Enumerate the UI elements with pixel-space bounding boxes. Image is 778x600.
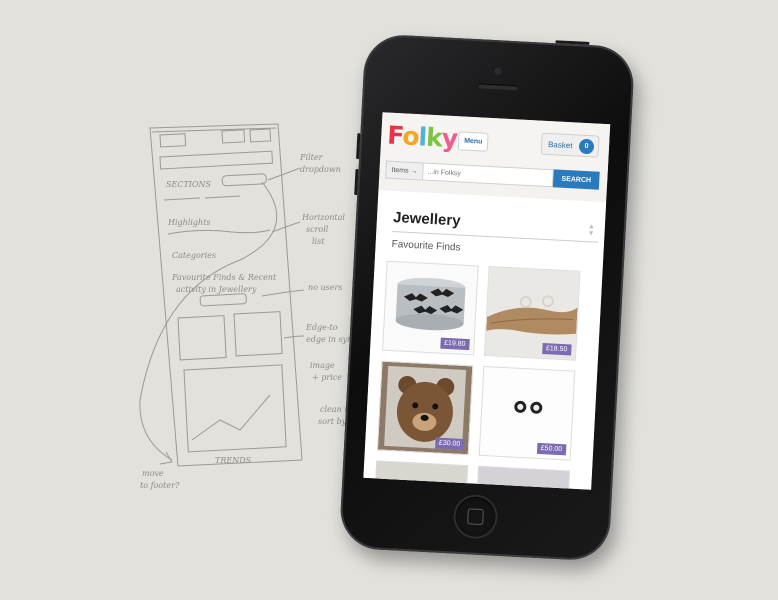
price-badge: £50.00 xyxy=(536,442,567,456)
site-header: Folky Menu Basket 0 Items → SEARCH xyxy=(379,112,611,190)
section-title: Favourite Finds xyxy=(391,238,461,254)
folksy-logo[interactable]: Folky xyxy=(387,121,458,154)
sketch-dropdown: dropdown xyxy=(300,165,341,174)
sketch-image: image xyxy=(310,361,335,370)
sketch-price: + price xyxy=(312,373,342,382)
sketch-move: move xyxy=(142,469,164,478)
category-title: Jewellery xyxy=(392,208,461,230)
sketch-no-users: no users xyxy=(308,283,342,292)
sort-arrows-icon[interactable]: ▲ ▼ xyxy=(587,223,595,237)
sketch-activity: activity in Jewellery xyxy=(176,285,257,294)
price-badge: £30.00 xyxy=(434,437,465,451)
sketch-categories: Categories xyxy=(172,251,216,260)
sketch-list: list xyxy=(312,237,325,246)
sketch-sections: SECTIONS xyxy=(166,180,211,189)
price-badge: £19.80 xyxy=(439,337,470,351)
basket-label: Basket xyxy=(547,139,573,150)
sketch-trends: TRENDS xyxy=(215,456,252,465)
sketch-horizontal: Horizontal xyxy=(301,213,345,222)
price-badge: £18.50 xyxy=(541,342,572,356)
basket-button[interactable]: Basket 0 xyxy=(540,132,600,158)
menu-button[interactable]: Menu xyxy=(457,131,489,152)
product-card[interactable]: £19.80 xyxy=(382,260,479,356)
product-grid: £19.80 £18.50 £30.00 £50.00 xyxy=(371,260,595,490)
basket-count-badge: 0 xyxy=(578,138,595,155)
search-button[interactable]: SEARCH xyxy=(552,169,600,190)
phone-screen: Folky Menu Basket 0 Items → SEARCH Jewel… xyxy=(363,112,611,490)
sketch-highlights: Highlights xyxy=(167,218,211,227)
product-card[interactable]: £50.00 xyxy=(478,365,576,461)
search-scope-select[interactable]: Items → xyxy=(385,160,424,181)
sketch-footer: to footer? xyxy=(140,481,180,490)
search-bar: Items → SEARCH xyxy=(385,160,602,190)
sketch-edge: Edge-to xyxy=(305,323,338,332)
search-input[interactable] xyxy=(423,162,554,188)
sketch-favourite: Favourite Finds & Recent xyxy=(171,273,277,282)
sketch-filter: Filter xyxy=(299,153,324,162)
iphone-mockup: Folky Menu Basket 0 Items → SEARCH Jewel… xyxy=(338,33,636,562)
product-card[interactable]: £30.00 xyxy=(376,360,474,456)
product-card[interactable]: £18.50 xyxy=(483,266,581,361)
category-content: Jewellery ▲ ▼ Favourite Finds £19.80 £18… xyxy=(363,190,607,490)
sketch-scroll: scroll xyxy=(306,225,329,234)
